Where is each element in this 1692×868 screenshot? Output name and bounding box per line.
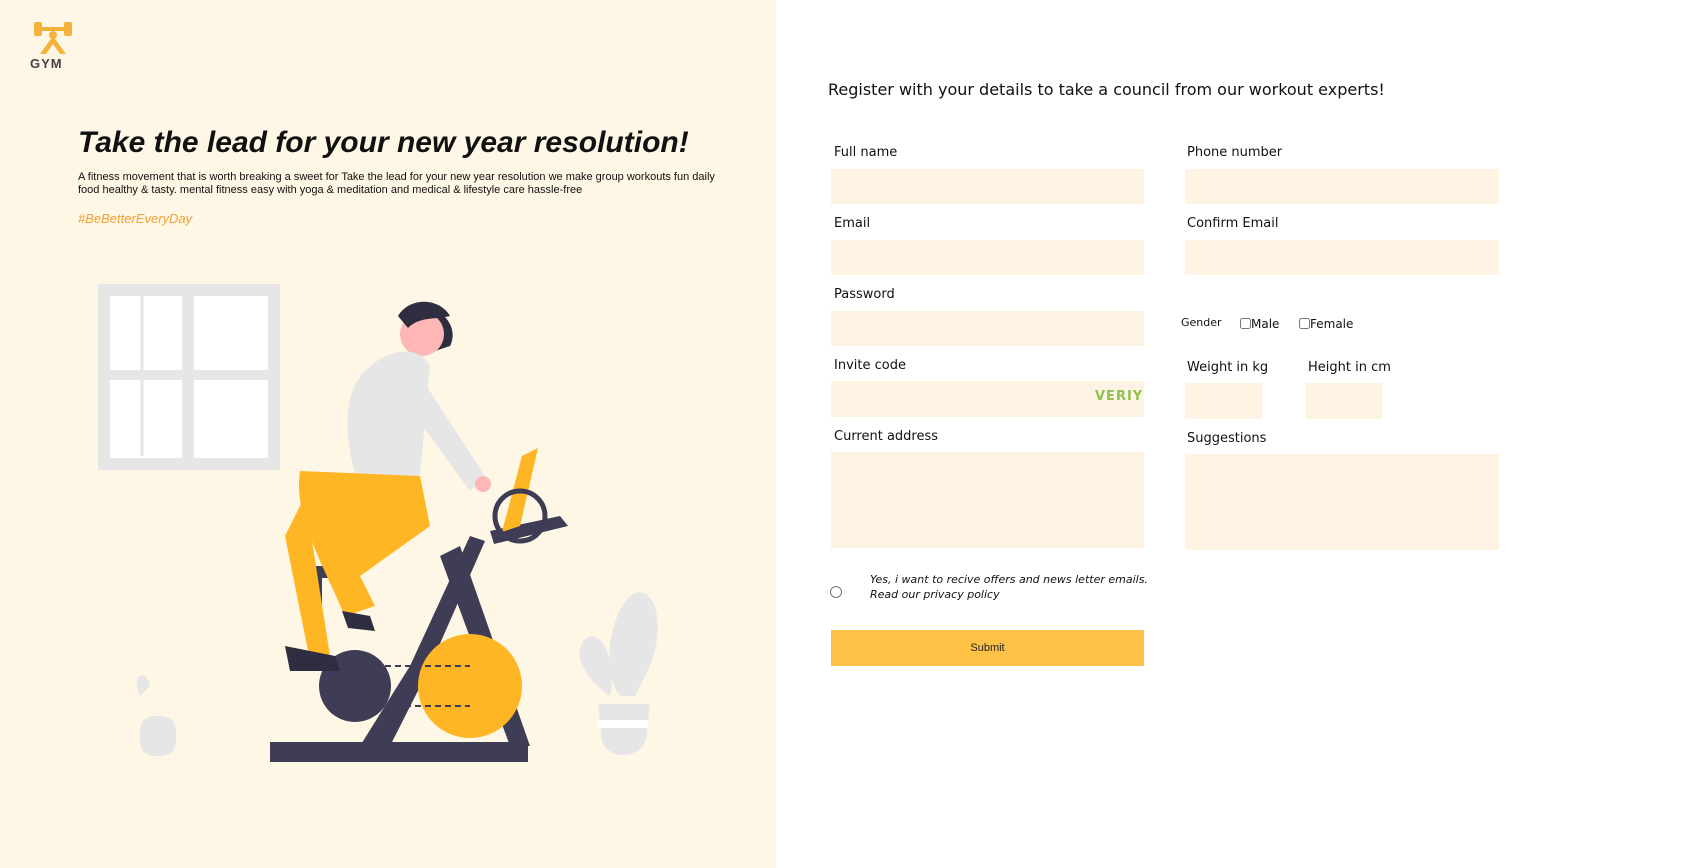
phone-input[interactable] [1185,169,1499,204]
invite-code-label: Invite code [834,358,906,373]
phone-label: Phone number [1187,145,1283,160]
hero-panel: GYM Take the lead for your new year reso… [0,0,776,868]
hero-hashtag: #BeBetterEveryDay [78,211,193,226]
weight-input[interactable] [1185,383,1262,419]
form-title: Register with your details to take a cou… [828,80,1385,99]
weight-label: Weight in kg [1187,360,1269,375]
gender-label: Gender [1181,316,1222,329]
privacy-policy-link[interactable]: Read our privacy policy [870,588,1000,601]
height-label: Height in cm [1308,360,1391,375]
height-input[interactable] [1306,383,1382,419]
suggestions-label: Suggestions [1187,431,1267,446]
full-name-input[interactable] [831,169,1144,204]
password-label: Password [834,287,895,302]
password-input[interactable] [831,311,1144,346]
submit-button[interactable]: Submit [831,630,1144,666]
consent-line-offers: Yes, i want to recive offers and news le… [870,573,1148,586]
person-on-exercise-bike-illustration [90,276,690,780]
hero-description: A fitness movement that is worth breakin… [78,171,715,196]
logo-text: GYM [30,56,63,71]
confirm-email-input[interactable] [1185,240,1499,275]
gender-female-label: Female [1310,317,1354,331]
gender-male-checkbox[interactable] [1240,318,1251,329]
current-address-label: Current address [834,429,939,444]
full-name-label: Full name [834,145,898,160]
suggestions-textarea[interactable] [1185,454,1499,550]
gender-male-label: Male [1251,317,1280,331]
email-input[interactable] [831,240,1144,275]
email-label: Email [834,216,871,231]
newsletter-consent-text: Yes, i want to recive offers and news le… [870,572,1148,602]
current-address-textarea[interactable] [831,452,1144,548]
newsletter-consent-radio[interactable] [830,586,842,598]
gender-female-checkbox[interactable] [1299,318,1310,329]
verify-button[interactable]: VERIY [1095,389,1143,404]
confirm-email-label: Confirm Email [1187,216,1279,231]
hero-headline: Take the lead for your new year resoluti… [78,126,689,159]
